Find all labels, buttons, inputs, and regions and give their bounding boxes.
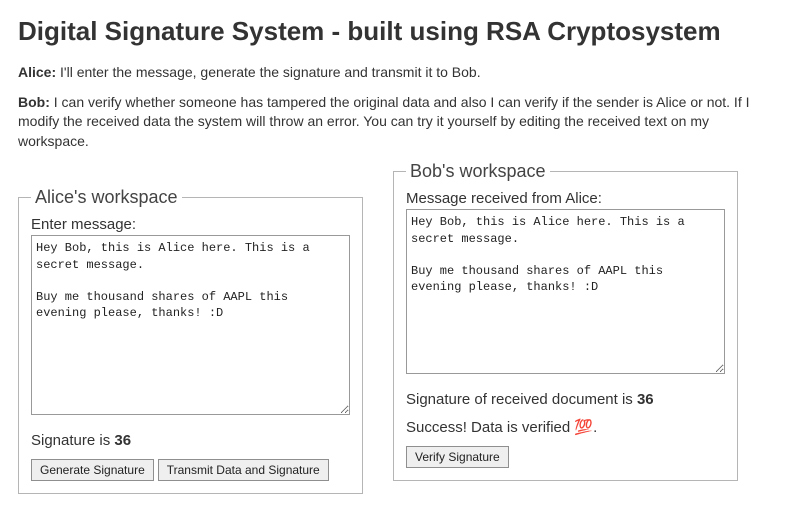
verify-signature-button[interactable]: Verify Signature bbox=[406, 446, 509, 468]
bob-message-label: Message received from Alice: bbox=[406, 190, 725, 207]
intro-section: Alice: I'll enter the message, generate … bbox=[18, 63, 782, 151]
bob-status: Success! Data is verified 💯. bbox=[406, 418, 725, 436]
bob-signature-line: Signature of received document is 36 bbox=[406, 391, 725, 408]
alice-intro-text: I'll enter the message, generate the sig… bbox=[60, 64, 481, 80]
bob-intro-name: Bob: bbox=[18, 94, 50, 110]
bob-legend: Bob's workspace bbox=[406, 161, 550, 182]
generate-signature-button[interactable]: Generate Signature bbox=[31, 459, 154, 481]
alice-intro: Alice: I'll enter the message, generate … bbox=[18, 63, 782, 83]
bob-signature-value: 36 bbox=[637, 391, 654, 408]
bob-intro: Bob: I can verify whether someone has ta… bbox=[18, 93, 782, 152]
alice-message-textarea[interactable] bbox=[31, 235, 350, 415]
alice-signature-prefix: Signature is bbox=[31, 432, 114, 449]
bob-workspace: Bob's workspace Message received from Al… bbox=[393, 161, 738, 481]
alice-signature-value: 36 bbox=[114, 432, 131, 449]
page-title: Digital Signature System - built using R… bbox=[18, 16, 782, 47]
alice-signature-line: Signature is 36 bbox=[31, 432, 350, 449]
bob-signature-prefix: Signature of received document is bbox=[406, 391, 637, 408]
alice-workspace: Alice's workspace Enter message: Signatu… bbox=[18, 187, 363, 494]
alice-button-row: Generate Signature Transmit Data and Sig… bbox=[31, 459, 350, 481]
alice-intro-name: Alice: bbox=[18, 64, 56, 80]
bob-message-textarea[interactable] bbox=[406, 209, 725, 374]
bob-intro-text: I can verify whether someone has tampere… bbox=[18, 94, 750, 149]
workspaces-row: Alice's workspace Enter message: Signatu… bbox=[18, 161, 782, 494]
transmit-button[interactable]: Transmit Data and Signature bbox=[158, 459, 329, 481]
alice-message-label: Enter message: bbox=[31, 216, 350, 233]
bob-button-row: Verify Signature bbox=[406, 446, 725, 468]
alice-legend: Alice's workspace bbox=[31, 187, 182, 208]
